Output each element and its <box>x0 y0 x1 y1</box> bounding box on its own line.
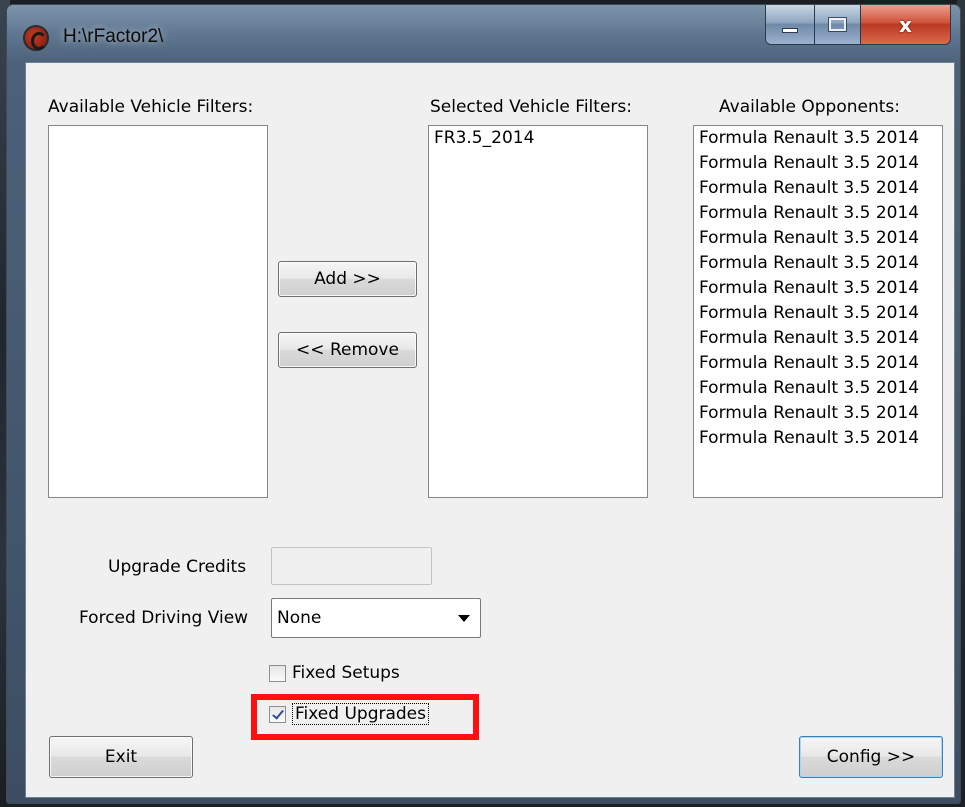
available-opponents-list[interactable]: Formula Renault 3.5 2014 Formula Renault … <box>693 125 943 498</box>
opponent-item[interactable]: Formula Renault 3.5 2014 <box>694 151 942 176</box>
selected-filter-item[interactable]: FR3.5_2014 <box>429 126 647 151</box>
fixed-setups-checkbox-row[interactable]: Fixed Setups <box>269 663 400 683</box>
opponent-item[interactable]: Formula Renault 3.5 2014 <box>694 376 942 401</box>
maximize-icon <box>828 17 847 32</box>
close-icon: x <box>899 12 912 37</box>
opponent-item[interactable]: Formula Renault 3.5 2014 <box>694 201 942 226</box>
chevron-down-icon[interactable] <box>458 615 470 622</box>
opponent-item[interactable]: Formula Renault 3.5 2014 <box>694 426 942 451</box>
close-button[interactable]: x <box>861 5 951 45</box>
fixed-setups-label: Fixed Setups <box>292 663 400 683</box>
remove-button[interactable]: << Remove <box>278 332 417 368</box>
opponent-item[interactable]: Formula Renault 3.5 2014 <box>694 326 942 351</box>
opponent-item[interactable]: Formula Renault 3.5 2014 <box>694 226 942 251</box>
available-opponents-label: Available Opponents: <box>719 97 900 117</box>
minimize-icon <box>782 28 798 33</box>
maximize-button[interactable] <box>815 5 861 45</box>
forced-driving-view-label: Forced Driving View <box>79 608 249 628</box>
available-vehicle-filters-list[interactable] <box>48 125 268 498</box>
rfactor-app-icon[interactable] <box>23 25 49 51</box>
opponent-item[interactable]: Formula Renault 3.5 2014 <box>694 251 942 276</box>
opponent-item[interactable]: Formula Renault 3.5 2014 <box>694 176 942 201</box>
opponent-item[interactable]: Formula Renault 3.5 2014 <box>694 301 942 326</box>
fixed-setups-checkbox[interactable] <box>269 664 286 682</box>
config-button[interactable]: Config >> <box>799 736 943 778</box>
title-bar[interactable]: H:\rFactor2\ x <box>7 5 960 61</box>
selected-vehicle-filters-label: Selected Vehicle Filters: <box>430 97 632 117</box>
exit-button[interactable]: Exit <box>49 736 193 778</box>
window-title: H:\rFactor2\ <box>63 26 164 47</box>
upgrade-credits-label: Upgrade Credits <box>108 557 247 577</box>
opponent-item[interactable]: Formula Renault 3.5 2014 <box>694 276 942 301</box>
forced-driving-view-value: None <box>277 608 322 628</box>
opponent-item[interactable]: Formula Renault 3.5 2014 <box>694 351 942 376</box>
forced-driving-view-select[interactable]: None <box>271 598 481 638</box>
opponent-item[interactable]: Formula Renault 3.5 2014 <box>694 126 942 151</box>
selected-vehicle-filters-list[interactable]: FR3.5_2014 <box>428 125 648 498</box>
dialog-client-area: Available Vehicle Filters: Selected Vehi… <box>25 62 955 798</box>
minimize-button[interactable] <box>765 5 815 45</box>
annotation-highlight-box <box>251 694 479 740</box>
available-vehicle-filters-label: Available Vehicle Filters: <box>48 97 254 117</box>
caption-buttons: x <box>765 5 951 45</box>
dialog-window: H:\rFactor2\ x Available Vehicle Filters… <box>6 4 961 804</box>
opponent-item[interactable]: Formula Renault 3.5 2014 <box>694 401 942 426</box>
upgrade-credits-input[interactable] <box>271 547 432 585</box>
add-button[interactable]: Add >> <box>278 261 417 297</box>
